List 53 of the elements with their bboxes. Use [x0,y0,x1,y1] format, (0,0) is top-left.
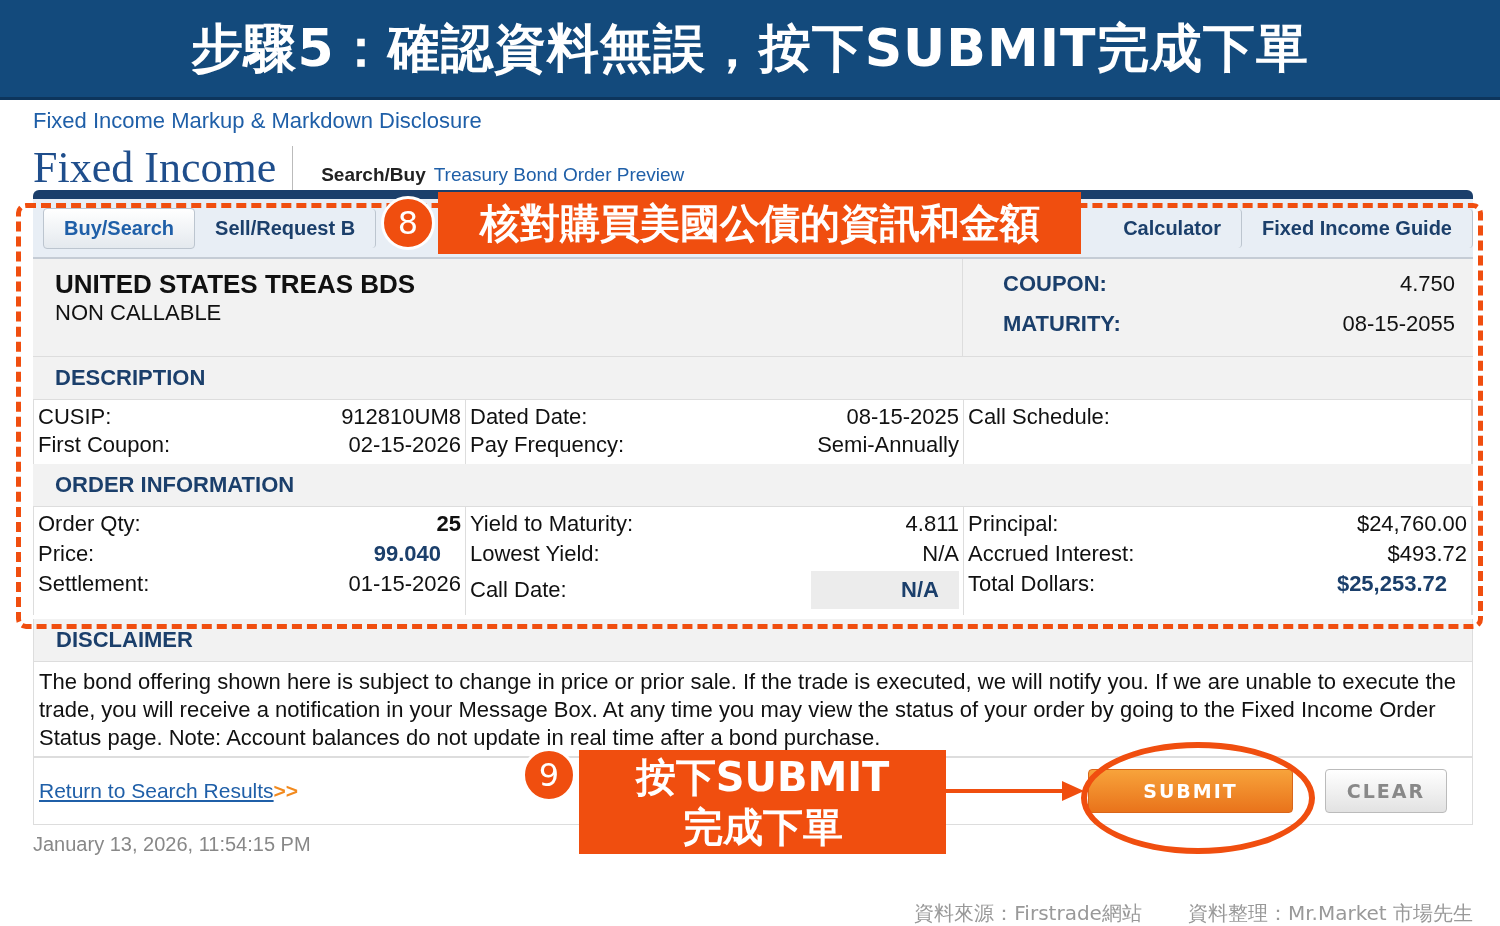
source-credit: 資料來源：Firstrade網站 [914,900,1142,926]
field-value: 912810UM8 [341,404,461,430]
section-title: ORDER INFORMATION [55,472,295,498]
field-label: Order Qty: [38,511,141,537]
field-value: 4.811 [905,511,959,537]
field-label: COUPON: [1003,271,1107,297]
field-label: Price: [38,541,95,567]
field-value: $493.72 [1387,541,1467,567]
breadcrumb: Search/Buy [321,164,426,186]
field-label: Principal: [968,511,1059,537]
link-arrows: >> [273,779,299,803]
field-value: N/A [922,541,959,567]
bond-subtitle: NON CALLABLE [55,300,223,326]
field-value: 08-15-2025 [846,404,959,430]
field-value: 08-15-2055 [1342,311,1455,337]
tab[interactable]: Buy/Search [43,207,196,249]
field-value: $25,253.72 [1336,571,1448,597]
tab[interactable]: Sell/Request B [195,208,377,248]
field-label: MATURITY: [1003,311,1121,337]
field-label: Settlement: [38,571,150,597]
field-label: Total Dollars: [968,571,1096,597]
field-value: 4.750 [1399,271,1455,297]
field-label: Pay Frequency: [470,432,625,458]
field-label: Yield to Maturity: [470,511,634,537]
field-value: 02-15-2026 [348,432,461,458]
field-value: 25 [436,511,461,537]
field-label: Accrued Interest: [968,541,1135,567]
tab[interactable]: Fixed Income Guide [1241,208,1473,248]
field-label: Lowest Yield: [470,541,600,567]
field-label: Call Schedule: [968,404,1110,430]
return-link[interactable]: Return to Search Results [39,779,274,803]
field-value: N/A [811,571,959,609]
section-title: DISCLAIMER [56,627,193,653]
field-value: Semi-Annually [817,432,959,458]
field-value: 01-15-2026 [348,571,461,597]
banner-title: 步驟5：確認資料無誤，按下SUBMIT完成下單 [191,16,1309,80]
disclosure-link[interactable]: Fixed Income Markup & Markdown Disclosure [33,108,482,134]
timestamp: January 13, 2026, 11:54:15 PM [33,833,312,856]
source-credit: 資料整理：Mr.Market 市場先生 [1187,900,1473,926]
section-title: DESCRIPTION [55,365,206,391]
step-number-badge: 9 [522,748,576,802]
field-label: First Coupon: [38,432,171,458]
field-label: Dated Date: [470,404,588,430]
field-label: Call Date: [470,577,567,603]
field-label: CUSIP: [38,404,112,430]
arrow-icon [946,780,1084,802]
breadcrumb-link[interactable]: Treasury Bond Order Preview [433,164,685,186]
tab[interactable]: Calculator [1103,208,1242,248]
field-value: $24,760.00 [1356,511,1467,537]
bond-name: UNITED STATES TREAS BDS [55,269,417,300]
callout-label: 核對購買美國公債的資訊和金額 [438,192,1081,254]
callout-label: 按下SUBMIT 完成下單 [579,750,946,854]
field-value: 99.040 [373,541,442,567]
